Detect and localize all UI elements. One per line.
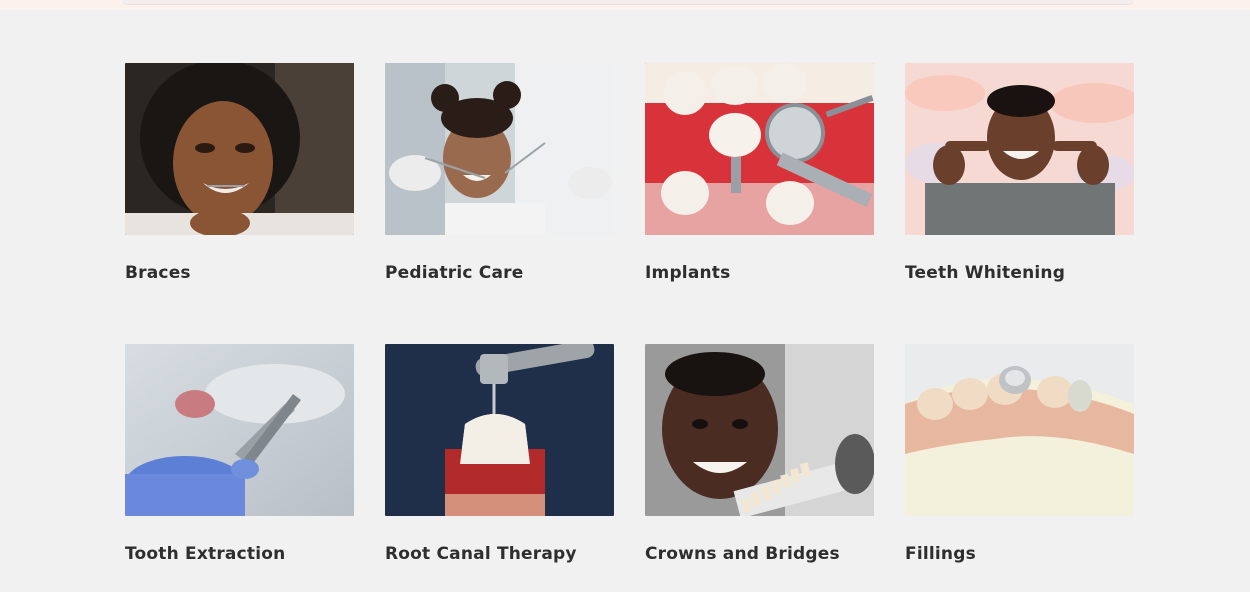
service-card-root-canal-therapy[interactable]: Root Canal Therapy [385, 344, 614, 576]
service-card-crowns-and-bridges[interactable]: Crowns and Bridges [645, 344, 874, 576]
service-title[interactable]: Teeth Whitening [905, 263, 1134, 283]
crowns-and-bridges-image[interactable] [645, 344, 874, 516]
service-title[interactable]: Implants [645, 263, 874, 283]
top-strip [0, 0, 1250, 10]
service-card-braces[interactable]: Braces [125, 63, 354, 295]
service-title[interactable]: Pediatric Care [385, 263, 614, 283]
service-title[interactable]: Crowns and Bridges [645, 544, 874, 564]
teeth-whitening-image[interactable] [905, 63, 1134, 235]
service-title[interactable]: Tooth Extraction [125, 544, 354, 564]
pediatric-care-image[interactable] [385, 63, 614, 235]
service-card-implants[interactable]: Implants [645, 63, 874, 295]
search-bar-edge[interactable] [122, 0, 1134, 5]
fillings-image[interactable] [905, 344, 1134, 516]
tooth-extraction-image[interactable] [125, 344, 354, 516]
service-card-tooth-extraction[interactable]: Tooth Extraction [125, 344, 354, 576]
service-title[interactable]: Root Canal Therapy [385, 544, 614, 564]
service-card-teeth-whitening[interactable]: Teeth Whitening [905, 63, 1134, 295]
implants-image[interactable] [645, 63, 874, 235]
service-card-pediatric-care[interactable]: Pediatric Care [385, 63, 614, 295]
services-grid: Braces Pediatric Care Implants Teeth Whi… [125, 63, 1135, 576]
root-canal-therapy-image[interactable] [385, 344, 614, 516]
service-title[interactable]: Braces [125, 263, 354, 283]
service-card-fillings[interactable]: Fillings [905, 344, 1134, 576]
service-title[interactable]: Fillings [905, 544, 1134, 564]
braces-image[interactable] [125, 63, 354, 235]
